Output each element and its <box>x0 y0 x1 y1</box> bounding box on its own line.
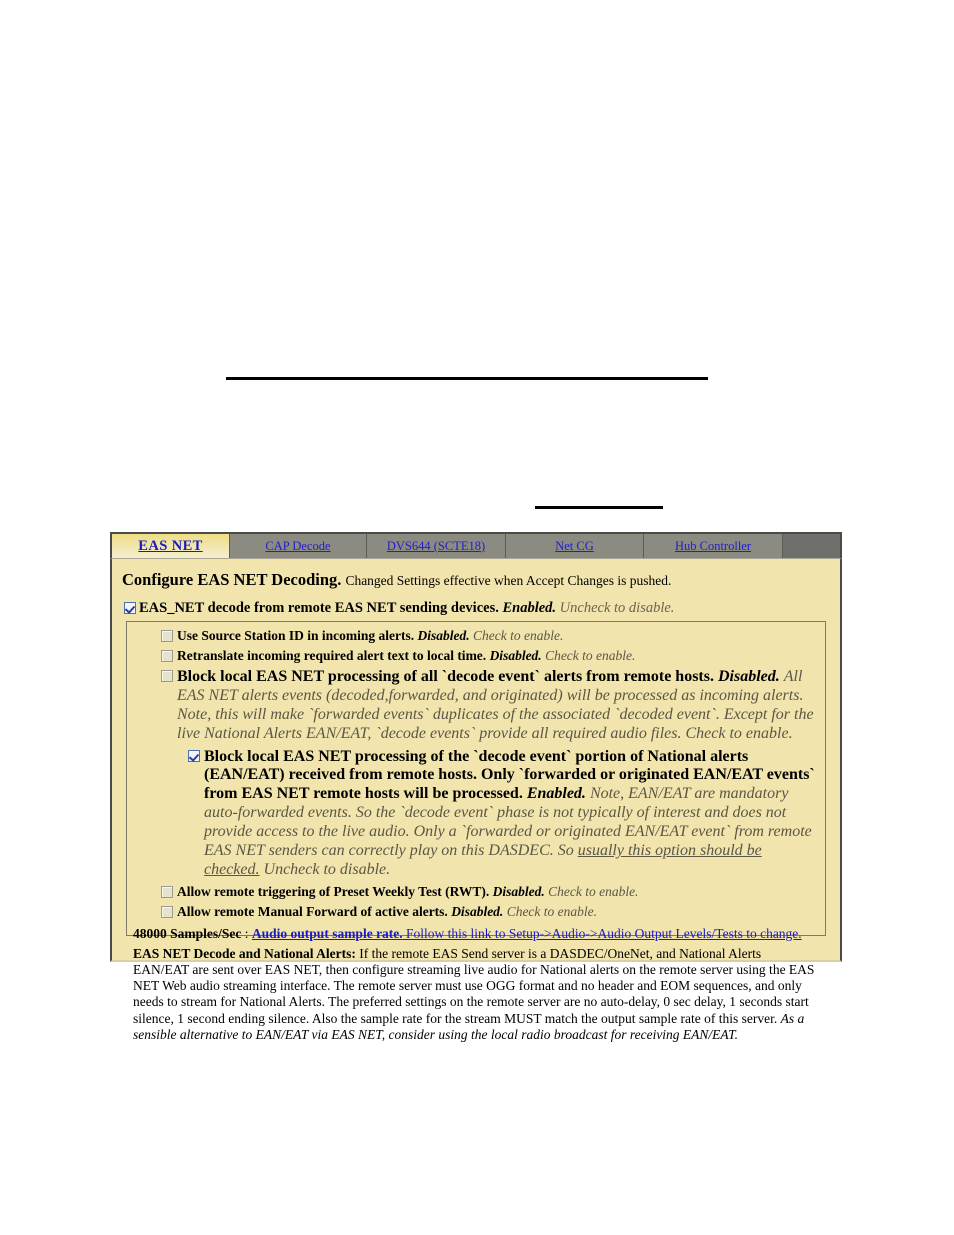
tab-bar-filler <box>783 534 840 558</box>
option-state-retranslate-local-time: Disabled. <box>489 648 542 664</box>
tab-net-cg[interactable]: Net CG <box>506 534 644 558</box>
option-row-retranslate-local-time[interactable]: Retranslate incoming required alert text… <box>133 648 819 664</box>
option-state-block-all-decode-events: Disabled. <box>717 668 780 686</box>
option-state-allow-remote-manual-forward: Disabled. <box>451 903 504 919</box>
audio-output-sample-rate-link[interactable]: Audio output sample rate. <box>252 926 403 941</box>
secondary-horizontal-rule <box>535 506 663 509</box>
option-label-allow-remote-manual-forward: Allow remote Manual Forward of active al… <box>177 903 448 919</box>
checkbox-retranslate-local-time[interactable] <box>161 650 173 663</box>
option-row-source-station-id[interactable]: Use Source Station ID in incoming alerts… <box>133 628 819 644</box>
tab-dvs644-label: DVS644 (SCTE18) <box>386 538 486 553</box>
option-text-source-station-id: Use Source Station ID in incoming alerts… <box>177 628 819 644</box>
audio-sample-rate-separator: : <box>241 925 252 941</box>
option-row-allow-remote-rwt[interactable]: Allow remote triggering of Preset Weekly… <box>133 884 819 900</box>
options-container: Use Source Station ID in incoming alerts… <box>126 621 826 1042</box>
tab-eas-net[interactable]: EAS NET <box>112 534 230 558</box>
option-hint-allow-remote-manual-forward: Check to enable. <box>506 903 598 919</box>
national-alerts-paragraph: EAS NET Decode and National Alerts: If t… <box>133 946 819 1043</box>
option-text-block-all-decode-events: Block local EAS NET processing of all `d… <box>177 668 819 744</box>
eas-net-config-panel: Configure EAS NET Decoding. Changed Sett… <box>110 558 842 1042</box>
option-text-allow-remote-manual-forward: Allow remote Manual Forward of active al… <box>177 904 819 920</box>
checkbox-block-all-decode-events[interactable] <box>161 670 173 683</box>
audio-output-levels-tests-link[interactable]: Follow this link to Setup->Audio->Audio … <box>403 926 802 941</box>
option-hint-retranslate-local-time: Check to enable. <box>545 648 636 664</box>
option-text-retranslate-local-time: Retranslate incoming required alert text… <box>177 648 819 664</box>
tab-hub-controller-label: Hub Controller <box>674 538 752 553</box>
tab-cap-decode-label: CAP Decode <box>265 538 331 553</box>
panel-header: Configure EAS NET Decoding. Changed Sett… <box>122 570 832 590</box>
option-label-block-all-decode-events: Block local EAS NET processing of all `d… <box>177 668 714 686</box>
tab-eas-net-label: EAS NET <box>138 537 203 554</box>
checkbox-allow-remote-manual-forward[interactable] <box>161 905 173 918</box>
national-alerts-heading: EAS NET Decode and National Alerts: <box>133 945 356 961</box>
option-hint-block-national-decode-events: Uncheck to disable. <box>263 860 391 878</box>
option-state-block-national-decode-events: Enabled. <box>526 785 586 803</box>
tab-hub-controller[interactable]: Hub Controller <box>644 534 783 558</box>
audio-sample-rate-value: 48000 Samples/Sec <box>133 925 242 941</box>
tab-cap-decode[interactable]: CAP Decode <box>230 534 367 558</box>
page-subtitle: Changed Settings effective when Accept C… <box>345 573 672 588</box>
option-hint-allow-remote-rwt: Check to enable. <box>548 883 639 899</box>
option-text-block-national-decode-events: Block local EAS NET processing of the `d… <box>204 748 819 880</box>
option-label-source-station-id: Use Source Station ID in incoming alerts… <box>177 628 415 644</box>
master-enable-hint: Uncheck to disable. <box>559 599 675 616</box>
audio-sample-rate-row: 48000 Samples/Sec : Audio output sample … <box>133 926 819 942</box>
checkbox-use-source-station-id[interactable] <box>161 630 173 643</box>
master-enable-row[interactable]: EAS_NET decode from remote EAS NET sendi… <box>124 600 832 617</box>
master-enable-text: EAS_NET decode from remote EAS NET sendi… <box>139 600 674 617</box>
tab-dvs644[interactable]: DVS644 (SCTE18) <box>367 534 506 558</box>
master-enable-label: EAS_NET decode from remote EAS NET sendi… <box>139 599 499 616</box>
checkbox-block-national-decode-events[interactable] <box>188 749 200 762</box>
option-row-block-all-decode-events[interactable]: Block local EAS NET processing of all `d… <box>133 668 819 744</box>
option-label-allow-remote-rwt: Allow remote triggering of Preset Weekly… <box>177 883 490 899</box>
checkbox-eas-net-decode[interactable] <box>124 601 136 614</box>
tab-net-cg-label: Net CG <box>555 538 594 553</box>
top-horizontal-rule <box>226 377 708 380</box>
option-text-allow-remote-rwt: Allow remote triggering of Preset Weekly… <box>177 884 819 900</box>
option-hint-block-all-decode-events: Check to enable. <box>685 724 793 742</box>
option-state-allow-remote-rwt: Disabled. <box>492 883 545 899</box>
option-row-allow-remote-manual-forward[interactable]: Allow remote Manual Forward of active al… <box>133 904 819 920</box>
master-enable-state: Enabled. <box>502 599 557 616</box>
option-label-retranslate-local-time: Retranslate incoming required alert text… <box>177 648 487 664</box>
checkbox-allow-remote-rwt[interactable] <box>161 885 173 898</box>
option-row-block-national-decode-events[interactable]: Block local EAS NET processing of the `d… <box>133 748 819 880</box>
page-title: Configure EAS NET Decoding. <box>122 570 342 589</box>
option-state-source-station-id: Disabled. <box>417 628 470 644</box>
tab-bar: EAS NET CAP Decode DVS644 (SCTE18) Net C… <box>110 532 842 558</box>
option-hint-source-station-id: Check to enable. <box>473 628 564 644</box>
